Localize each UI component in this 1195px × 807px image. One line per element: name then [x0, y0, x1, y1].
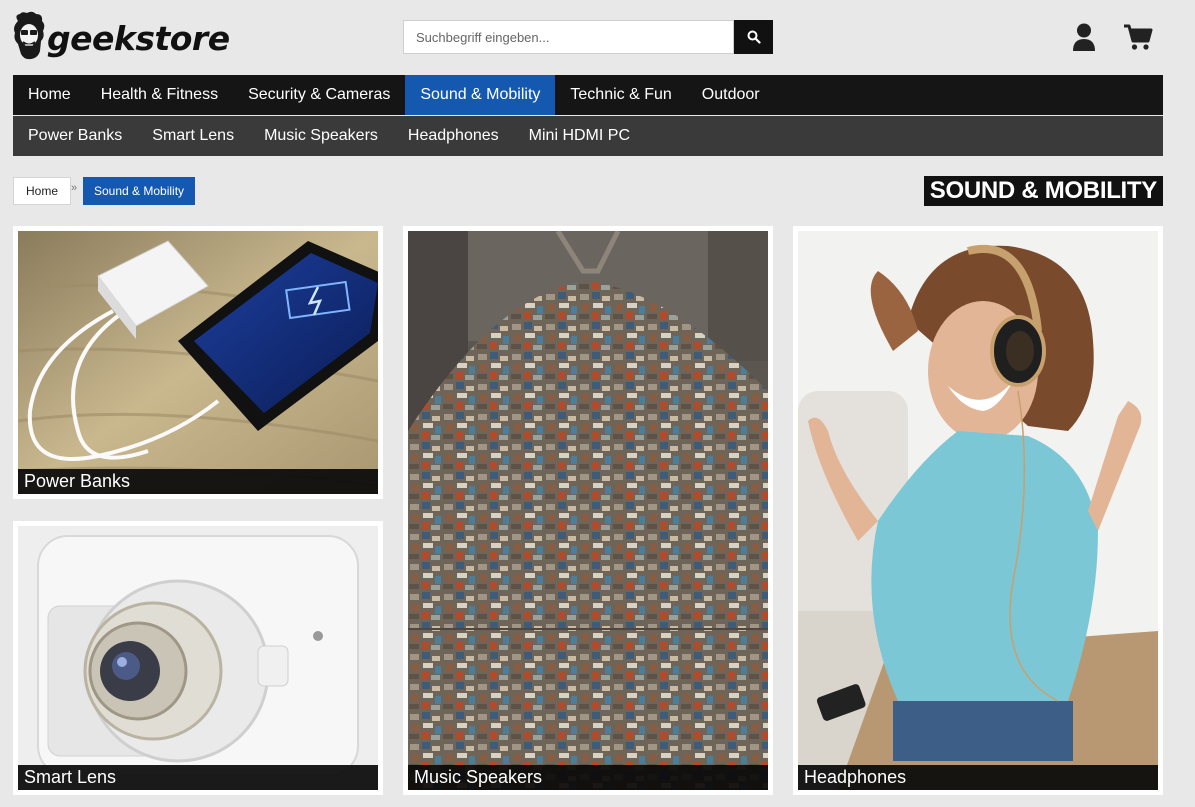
- tile-caption: Headphones: [798, 765, 1158, 790]
- sub-nav: Power Banks Smart Lens Music Speakers He…: [13, 116, 1163, 156]
- nav-item-sound-mobility[interactable]: Sound & Mobility: [405, 75, 556, 115]
- category-tile-power-banks[interactable]: Power Banks: [13, 226, 383, 499]
- tile-caption: Smart Lens: [18, 765, 378, 790]
- nav-item-outdoor[interactable]: Outdoor: [687, 75, 775, 115]
- breadcrumb-home[interactable]: Home: [13, 177, 72, 205]
- nav-item-home[interactable]: Home: [13, 75, 86, 115]
- cart-icon: [1124, 24, 1153, 50]
- logo[interactable]: geekstore: [12, 10, 230, 66]
- nav-item-health-fitness[interactable]: Health & Fitness: [86, 75, 233, 115]
- powerbank-image: Power Banks: [18, 231, 378, 494]
- breadcrumb-separator: »: [71, 182, 78, 194]
- subnav-item-power-banks[interactable]: Power Banks: [13, 116, 137, 156]
- smart-lens-image: Smart Lens: [18, 526, 378, 790]
- search-bar: [403, 20, 773, 54]
- subnav-item-headphones[interactable]: Headphones: [393, 116, 514, 156]
- logo-mascot-icon: [12, 11, 46, 65]
- category-tile-headphones[interactable]: Headphones: [793, 226, 1163, 795]
- main-nav: Home Health & Fitness Security & Cameras…: [13, 75, 1163, 115]
- page-title: SOUND & MOBILITY: [923, 176, 1163, 206]
- account-button[interactable]: [1070, 22, 1098, 52]
- search-input[interactable]: [403, 20, 734, 54]
- cart-button[interactable]: [1122, 22, 1154, 52]
- search-button[interactable]: [734, 20, 773, 54]
- subnav-item-smart-lens[interactable]: Smart Lens: [137, 116, 249, 156]
- subnav-item-mini-hdmi-pc[interactable]: Mini HDMI PC: [514, 116, 645, 156]
- headphones-image: Headphones: [798, 231, 1158, 790]
- nav-item-security-cameras[interactable]: Security & Cameras: [233, 75, 405, 115]
- nav-item-technic-fun[interactable]: Technic & Fun: [555, 75, 686, 115]
- category-tile-smart-lens[interactable]: Smart Lens: [13, 521, 383, 795]
- tile-caption: Power Banks: [18, 469, 378, 494]
- user-icon: [1073, 23, 1095, 51]
- logo-text: geekstore: [47, 18, 230, 58]
- search-icon: [747, 30, 761, 44]
- breadcrumb-current[interactable]: Sound & Mobility: [83, 177, 196, 205]
- music-speakers-image: Music Speakers: [408, 231, 768, 790]
- subnav-item-music-speakers[interactable]: Music Speakers: [249, 116, 393, 156]
- tile-caption: Music Speakers: [408, 765, 768, 790]
- category-tile-music-speakers[interactable]: Music Speakers: [403, 226, 773, 795]
